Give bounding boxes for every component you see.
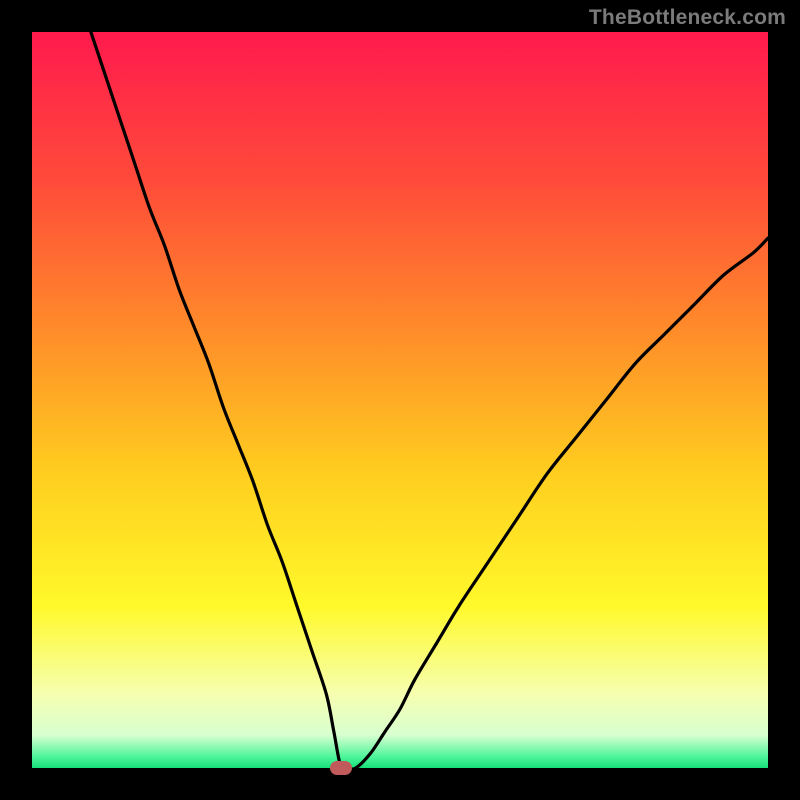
chart-background — [32, 32, 768, 768]
chart-frame: TheBottleneck.com — [0, 0, 800, 800]
watermark-text: TheBottleneck.com — [589, 6, 786, 30]
bottleneck-minimum-marker — [330, 761, 352, 775]
bottleneck-chart — [32, 32, 768, 768]
